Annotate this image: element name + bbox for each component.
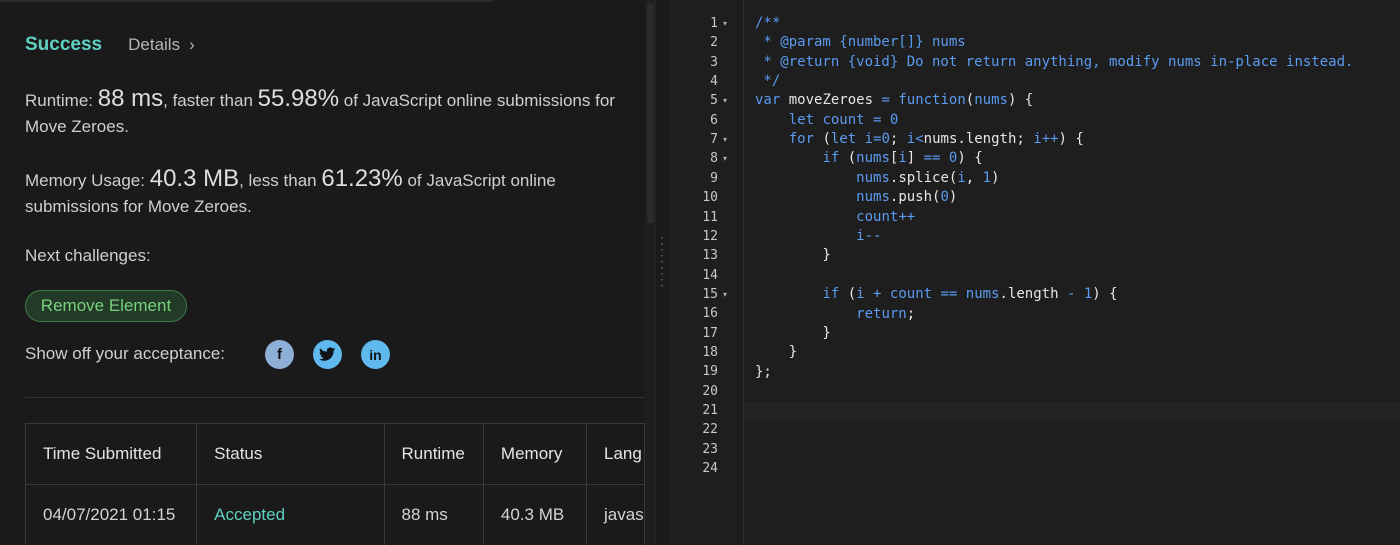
- code-line[interactable]: /**: [755, 14, 780, 33]
- fold-arrow-icon[interactable]: ▾: [723, 14, 727, 33]
- remove-element-button[interactable]: Remove Element: [25, 290, 187, 322]
- memory-value: 40.3 MB: [149, 165, 240, 192]
- code-line[interactable]: nums.push(0): [755, 188, 957, 207]
- result-header: Success Details ›: [25, 33, 195, 57]
- line-number: 13: [702, 248, 718, 264]
- cell-language: javas: [586, 484, 645, 545]
- code-line[interactable]: return;: [755, 305, 915, 324]
- panel-top-border: [0, 0, 493, 2]
- line-number: 7: [710, 132, 718, 148]
- twitter-icon[interactable]: [313, 340, 342, 369]
- line-number: 2: [710, 35, 718, 51]
- result-scrollbar-thumb[interactable]: [647, 3, 654, 223]
- cell-time: 04/07/2021 01:15: [24, 484, 198, 545]
- code-editor[interactable]: 1 ▾ 2 3 4 5 ▾ 6 7 ▾ 8 ▾ 9 10 11 12 13 14 15 ▾ 16 17 18 19 20 21 22…: [671, 0, 1400, 545]
- line-number: 15: [702, 286, 718, 302]
- line-number: 21: [702, 403, 718, 418]
- code-line[interactable]: if (nums[i] == 0) {: [755, 149, 982, 168]
- submissions-table: Time Submitted Status Runtime Memory Lan…: [24, 423, 645, 545]
- code-line[interactable]: };: [755, 363, 772, 382]
- code-line[interactable]: * @return {void} Do not return anything,…: [755, 53, 1353, 72]
- chevron-right-icon[interactable]: ›: [189, 35, 195, 55]
- fold-arrow-icon[interactable]: ▾: [723, 91, 727, 110]
- line-number: 4: [710, 74, 718, 90]
- runtime-summary: Runtime: 88 ms, faster than 55.98% of Ja…: [25, 86, 635, 140]
- code-line[interactable]: var moveZeroes = function(nums) {: [755, 91, 1033, 110]
- code-line[interactable]: if (i + count == nums.length - 1) {: [755, 285, 1117, 304]
- next-challenges-label: Next challenges:: [25, 246, 151, 265]
- col-language[interactable]: Lang: [586, 423, 645, 485]
- line-number: 22: [702, 422, 718, 438]
- code-line[interactable]: let count = 0: [755, 111, 899, 130]
- cell-memory: 40.3 MB: [482, 484, 588, 545]
- line-number: 8: [710, 151, 718, 167]
- runtime-value: 88 ms: [97, 85, 164, 112]
- section-divider: [25, 397, 645, 398]
- runtime-label: Runtime:: [25, 91, 94, 110]
- status-success: Success: [25, 34, 103, 55]
- col-time-submitted[interactable]: Time Submitted: [24, 423, 198, 485]
- code-line[interactable]: nums.splice(i, 1): [755, 169, 999, 188]
- memory-percent: 61.23%: [321, 165, 403, 192]
- code-line[interactable]: }: [755, 343, 797, 362]
- col-runtime[interactable]: Runtime: [383, 423, 484, 485]
- memory-summary: Memory Usage: 40.3 MB, less than 61.23% …: [25, 166, 635, 220]
- active-line-highlight: [744, 402, 1400, 421]
- cell-status-accepted[interactable]: Accepted: [196, 484, 385, 545]
- col-memory[interactable]: Memory: [482, 423, 588, 485]
- code-line[interactable]: i--: [755, 227, 881, 246]
- splitter-handle-icon[interactable]: · · · · · · · · ·: [659, 231, 665, 291]
- memory-label: Memory Usage:: [25, 171, 145, 190]
- cell-runtime: 88 ms: [383, 484, 484, 545]
- code-line[interactable]: for (let i=0; i<nums.length; i++) {: [755, 130, 1084, 149]
- code-line[interactable]: }: [755, 324, 830, 343]
- memory-mid: , less than: [239, 171, 317, 190]
- line-number: 19: [702, 364, 718, 380]
- fold-arrow-icon[interactable]: ▾: [723, 285, 727, 304]
- code-line[interactable]: * @param {number[]} nums: [755, 33, 965, 52]
- line-number: 18: [702, 344, 718, 360]
- table-header-row: Time Submitted Status Runtime Memory Lan…: [24, 423, 645, 485]
- line-number: 20: [702, 383, 718, 399]
- line-number: 3: [710, 54, 718, 70]
- fold-arrow-icon[interactable]: ▾: [723, 149, 727, 168]
- linkedin-icon[interactable]: in: [361, 340, 390, 369]
- code-line[interactable]: */: [755, 72, 780, 91]
- facebook-icon[interactable]: f: [265, 340, 294, 369]
- line-number: 24: [702, 461, 718, 477]
- runtime-mid: , faster than: [163, 91, 253, 110]
- line-number: 5: [710, 93, 718, 109]
- code-line[interactable]: count++: [755, 208, 915, 227]
- line-gutter: 1 ▾ 2 3 4 5 ▾ 6 7 ▾ 8 ▾ 9 10 11 12 13 14 15 ▾ 16 17 18 19 20 21 22…: [671, 0, 744, 545]
- line-number: 11: [702, 209, 718, 225]
- runtime-percent: 55.98%: [257, 85, 340, 112]
- line-number: 16: [702, 306, 718, 322]
- result-panel: Success Details › Runtime: 88 ms, faster…: [0, 0, 645, 545]
- line-number: 6: [710, 112, 718, 128]
- line-number: 1: [710, 16, 718, 31]
- line-number: 10: [702, 190, 718, 206]
- line-number: 14: [702, 267, 718, 283]
- code-line[interactable]: }: [755, 246, 830, 265]
- line-number: 17: [702, 325, 718, 341]
- line-number: 9: [710, 170, 718, 186]
- line-number: 23: [702, 441, 718, 457]
- table-row: 04/07/2021 01:15 Accepted 88 ms 40.3 MB …: [24, 484, 645, 545]
- col-status[interactable]: Status: [196, 423, 385, 485]
- line-number: 12: [702, 228, 718, 244]
- fold-arrow-icon[interactable]: ▾: [723, 130, 727, 149]
- showoff-label: Show off your acceptance:: [25, 344, 226, 363]
- details-link[interactable]: Details: [128, 35, 180, 55]
